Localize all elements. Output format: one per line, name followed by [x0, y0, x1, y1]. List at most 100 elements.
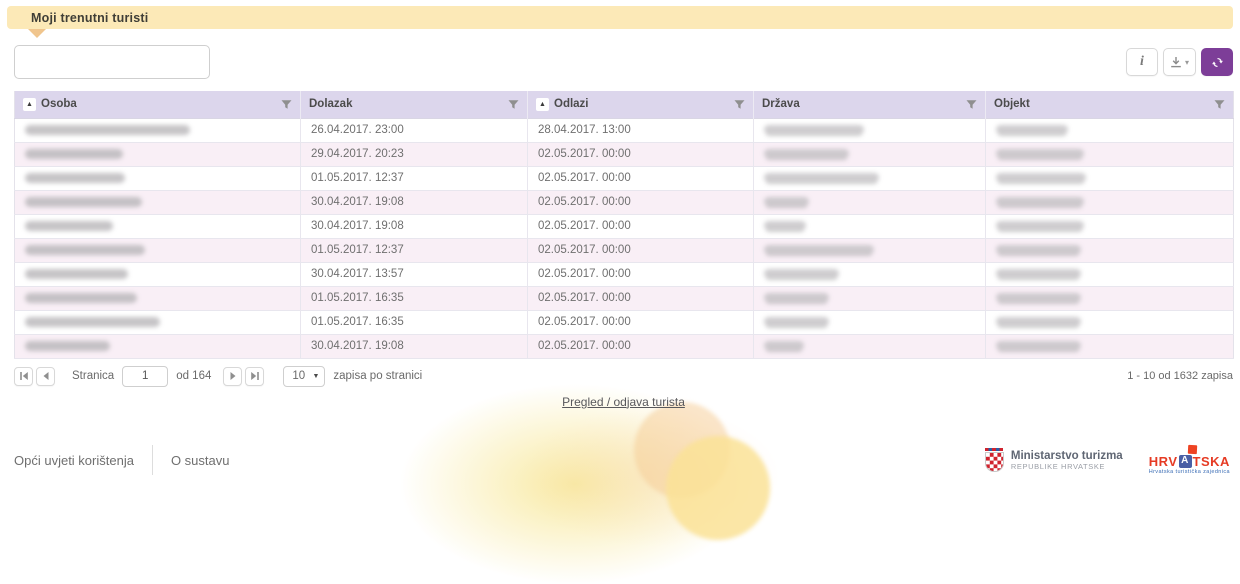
table-row: 30.04.2017. 19:0802.05.2017. 00:00	[15, 334, 1234, 358]
column-label: Objekt	[994, 98, 1030, 110]
person-name-redacted-link[interactable]	[25, 125, 190, 135]
country-redacted-link[interactable]	[764, 221, 806, 230]
person-name-redacted-link[interactable]	[25, 197, 142, 207]
review-checkout-link[interactable]: Pregled / odjava turista	[562, 395, 685, 409]
object-redacted-link[interactable]	[996, 173, 1086, 182]
object-redacted-link[interactable]	[996, 197, 1084, 206]
column-label: Osoba	[41, 98, 77, 110]
next-page-button[interactable]	[223, 367, 242, 386]
terms-link[interactable]: Opći uvjeti korištenja	[14, 453, 134, 468]
info-icon: i	[1140, 54, 1144, 70]
records-range-label: 1 - 10 od 1632 zapisa	[1127, 370, 1233, 382]
about-link[interactable]: O sustavu	[171, 453, 230, 468]
first-page-button[interactable]	[14, 367, 33, 386]
person-cell	[15, 286, 301, 310]
arrival-cell: 30.04.2017. 19:08	[301, 214, 528, 238]
filter-icon[interactable]	[734, 99, 745, 110]
object-redacted-link[interactable]	[996, 149, 1084, 158]
object-redacted-link[interactable]	[996, 341, 1081, 350]
object-cell	[986, 118, 1234, 142]
object-redacted-link[interactable]	[996, 293, 1081, 302]
country-redacted-link[interactable]	[764, 173, 879, 182]
chevron-down-icon: ▾	[1185, 58, 1189, 67]
croatian-coat-of-arms-icon	[985, 448, 1004, 472]
table-row: 01.05.2017. 12:3702.05.2017. 00:00	[15, 166, 1234, 190]
htz-logo-subtitle: Hrvatska turistička zajednica	[1149, 470, 1230, 476]
table-row: 30.04.2017. 19:0802.05.2017. 00:00	[15, 190, 1234, 214]
person-cell	[15, 238, 301, 262]
country-redacted-link[interactable]	[764, 293, 829, 302]
object-cell	[986, 238, 1234, 262]
object-redacted-link[interactable]	[996, 125, 1068, 134]
page-label: Stranica	[72, 370, 114, 382]
person-cell	[15, 142, 301, 166]
page-number-input[interactable]	[122, 366, 168, 387]
column-header-objekt[interactable]: Objekt	[986, 91, 1234, 118]
search-input[interactable]	[14, 45, 210, 79]
page-size-select[interactable]: 10 ▼	[283, 366, 325, 387]
download-icon	[1170, 56, 1182, 68]
person-name-redacted-link[interactable]	[25, 293, 137, 303]
object-cell	[986, 310, 1234, 334]
arrival-cell: 29.04.2017. 20:23	[301, 142, 528, 166]
object-cell	[986, 214, 1234, 238]
htz-logo-part1: HRV	[1149, 455, 1178, 468]
country-redacted-link[interactable]	[764, 245, 874, 254]
departure-cell: 02.05.2017. 00:00	[528, 286, 754, 310]
object-cell	[986, 286, 1234, 310]
filter-icon[interactable]	[281, 99, 292, 110]
ministry-logo-line1: Ministarstvo turizma	[1011, 450, 1123, 462]
arrival-cell: 30.04.2017. 19:08	[301, 334, 528, 358]
export-button[interactable]: ▾	[1163, 48, 1196, 76]
object-cell	[986, 166, 1234, 190]
page-header-banner: Moji trenutni turisti	[7, 6, 1233, 29]
country-redacted-link[interactable]	[764, 341, 804, 350]
person-name-redacted-link[interactable]	[25, 245, 145, 255]
table-row: 01.05.2017. 16:3502.05.2017. 00:00	[15, 310, 1234, 334]
departure-cell: 02.05.2017. 00:00	[528, 190, 754, 214]
departure-cell: 02.05.2017. 00:00	[528, 334, 754, 358]
prev-page-button[interactable]	[36, 367, 55, 386]
banner-pointer	[28, 29, 46, 38]
arrival-cell: 01.05.2017. 16:35	[301, 286, 528, 310]
last-page-button[interactable]	[245, 367, 264, 386]
object-redacted-link[interactable]	[996, 269, 1081, 278]
country-redacted-link[interactable]	[764, 125, 864, 134]
column-header-drava[interactable]: Država	[754, 91, 986, 118]
country-redacted-link[interactable]	[764, 149, 849, 158]
person-name-redacted-link[interactable]	[25, 221, 113, 231]
person-name-redacted-link[interactable]	[25, 149, 123, 159]
country-cell	[754, 142, 986, 166]
filter-icon[interactable]	[966, 99, 977, 110]
column-header-osoba[interactable]: ▲Osoba	[15, 91, 301, 118]
country-redacted-link[interactable]	[764, 197, 809, 206]
country-redacted-link[interactable]	[764, 269, 839, 278]
country-cell	[754, 334, 986, 358]
person-name-redacted-link[interactable]	[25, 341, 110, 351]
country-redacted-link[interactable]	[764, 317, 829, 326]
footer: Opći uvjeti korištenja O sustavu Minista…	[0, 435, 1240, 485]
tourists-table: ▲OsobaDolazak▲OdlaziDržavaObjekt 26.04.2…	[14, 91, 1234, 359]
person-name-redacted-link[interactable]	[25, 269, 128, 279]
departure-cell: 02.05.2017. 00:00	[528, 238, 754, 262]
person-name-redacted-link[interactable]	[25, 317, 160, 327]
object-redacted-link[interactable]	[996, 317, 1081, 326]
info-button[interactable]: i	[1126, 48, 1158, 76]
column-header-dolazak[interactable]: Dolazak	[301, 91, 528, 118]
object-redacted-link[interactable]	[996, 221, 1084, 230]
object-redacted-link[interactable]	[996, 245, 1081, 254]
country-cell	[754, 118, 986, 142]
person-name-redacted-link[interactable]	[25, 173, 125, 183]
sort-ascending-icon: ▲	[536, 98, 549, 111]
column-header-odlazi[interactable]: ▲Odlazi	[528, 91, 754, 118]
table-row: 30.04.2017. 13:5702.05.2017. 00:00	[15, 262, 1234, 286]
filter-icon[interactable]	[508, 99, 519, 110]
country-cell	[754, 286, 986, 310]
table-row: 01.05.2017. 12:3702.05.2017. 00:00	[15, 238, 1234, 262]
refresh-button[interactable]	[1201, 48, 1233, 76]
country-cell	[754, 166, 986, 190]
column-label: Dolazak	[309, 98, 352, 110]
filter-icon[interactable]	[1214, 99, 1225, 110]
page-size-label: zapisa po stranici	[333, 370, 422, 382]
object-cell	[986, 142, 1234, 166]
